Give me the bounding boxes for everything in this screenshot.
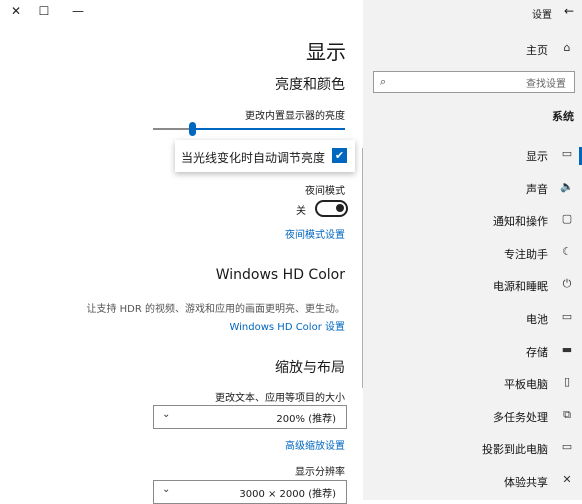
brightness-heading: 亮度和颜色 <box>275 77 345 93</box>
search-box[interactable]: ⌕ 查找设置 <box>373 71 575 93</box>
scale-dropdown[interactable]: ⌄ 200% (推荐) <box>153 405 347 429</box>
toggle-knob <box>336 204 344 212</box>
sidebar-item-label: 专注助手 <box>504 248 548 261</box>
sidebar-item-label: 平板电脑 <box>504 378 548 391</box>
sidebar-item[interactable]: ✕ 体验共享 <box>363 470 582 494</box>
sidebar-item-label: 多任务处理 <box>493 411 548 424</box>
sidebar-item-label: 显示 <box>526 150 548 163</box>
sidebar-item[interactable]: ▭ 显示 <box>363 144 582 168</box>
night-light-settings-link[interactable]: 夜间模式设置 <box>285 226 345 241</box>
hd-color-description: 让支持 HDR 的视频、游戏和应用的画面更明亮、更生动。 <box>86 304 345 315</box>
night-light-label: 夜间模式 <box>305 186 345 197</box>
window-title: 设置 <box>532 10 552 21</box>
chevron-down-icon: ⌄ <box>162 409 171 420</box>
resolution-dropdown[interactable]: ⌄ 3000 × 2000 (推荐) <box>153 480 347 504</box>
search-input[interactable]: 查找设置 <box>526 75 566 90</box>
auto-brightness-row[interactable]: ✔ 当光线变化时自动调节亮度 <box>175 140 355 172</box>
brightness-slider[interactable] <box>153 121 345 137</box>
sidebar-item-label: 通知和操作 <box>493 215 548 228</box>
sidebar-item[interactable]: ▭ 电池 <box>363 307 582 331</box>
sidebar-item[interactable]: 🔈 声音 <box>363 177 582 201</box>
maximize-icon[interactable]: ☐ <box>34 4 54 18</box>
sidebar-item-label: 体验共享 <box>504 476 548 489</box>
sidebar-item[interactable]: ▭ 投影到此电脑 <box>363 437 582 461</box>
sidebar: ← 设置 ⌂ 主页 ⌕ 查找设置 系统 ▭ 显示 🔈 声音 ▢ 通知和操作 ☾ 专注助手 ⏻ 电源… <box>363 0 582 500</box>
hd-color-settings-link[interactable]: Windows HD Color 设置 <box>229 318 345 333</box>
sidebar-item-label: 电池 <box>526 313 548 326</box>
share-icon: ✕ <box>562 473 572 486</box>
project-icon: ▭ <box>561 440 573 453</box>
hd-color-heading: Windows HD Color <box>215 267 345 283</box>
close-icon[interactable]: ✕ <box>6 4 26 18</box>
home-icon: ⌂ <box>563 41 571 54</box>
sidebar-item[interactable]: ☾ 专注助手 <box>363 242 582 266</box>
sidebar-item-home[interactable]: ⌂ 主页 <box>363 38 582 62</box>
minimize-icon[interactable]: — <box>68 4 88 18</box>
sidebar-item[interactable]: ▬ 存储 <box>363 340 582 364</box>
moon-icon: ☾ <box>562 245 572 258</box>
notification-icon: ▢ <box>561 212 573 225</box>
page-title: 显示 <box>306 40 346 64</box>
back-icon[interactable]: ← <box>564 4 574 18</box>
sidebar-item-label: 投影到此电脑 <box>482 443 548 456</box>
sidebar-item[interactable]: ⧉ 多任务处理 <box>363 405 582 429</box>
auto-brightness-label: 当光线变化时自动调节亮度 <box>180 151 325 165</box>
sidebar-item-label: 电源和睡眠 <box>493 280 548 293</box>
resolution-value: 3000 × 2000 (推荐) <box>239 489 336 500</box>
checkbox-check-icon[interactable]: ✔ <box>332 148 347 163</box>
night-light-toggle[interactable] <box>315 200 348 217</box>
chevron-down-icon: ⌄ <box>162 484 171 495</box>
sidebar-item-label: 声音 <box>526 183 548 196</box>
scale-label: 更改文本、应用等项目的大小 <box>215 393 345 404</box>
sidebar-item[interactable]: ▯ 平板电脑 <box>363 372 582 396</box>
tablet-icon: ▯ <box>563 375 571 388</box>
resolution-label: 显示分辨率 <box>295 467 345 478</box>
advanced-scaling-link[interactable]: 高级缩放设置 <box>285 437 345 452</box>
power-icon: ⏻ <box>562 277 572 290</box>
slider-track-filled <box>193 128 345 130</box>
scale-value: 200% (推荐) <box>276 414 336 425</box>
monitor-icon: ▭ <box>561 147 573 160</box>
storage-icon: ▬ <box>561 343 573 356</box>
sidebar-item-label: 存储 <box>526 346 548 359</box>
battery-icon: ▭ <box>561 310 573 323</box>
slider-track-empty <box>153 128 193 130</box>
multitask-icon: ⧉ <box>563 408 571 421</box>
sidebar-section-system: 系统 <box>552 110 574 123</box>
scale-layout-heading: 缩放与布局 <box>275 360 345 376</box>
brightness-slider-label: 更改内置显示器的亮度 <box>245 111 345 122</box>
sidebar-item[interactable]: ⏻ 电源和睡眠 <box>363 274 582 298</box>
sidebar-item[interactable]: ▢ 通知和操作 <box>363 209 582 233</box>
night-light-state: 关 <box>296 206 306 217</box>
search-icon: ⌕ <box>380 75 387 88</box>
main-pane: ✕ ☐ — 显示 亮度和颜色 更改内置显示器的亮度 ✔ 当光线变化时自动调节亮度… <box>0 0 363 504</box>
slider-thumb[interactable] <box>189 122 196 136</box>
speaker-icon: 🔈 <box>560 180 574 193</box>
